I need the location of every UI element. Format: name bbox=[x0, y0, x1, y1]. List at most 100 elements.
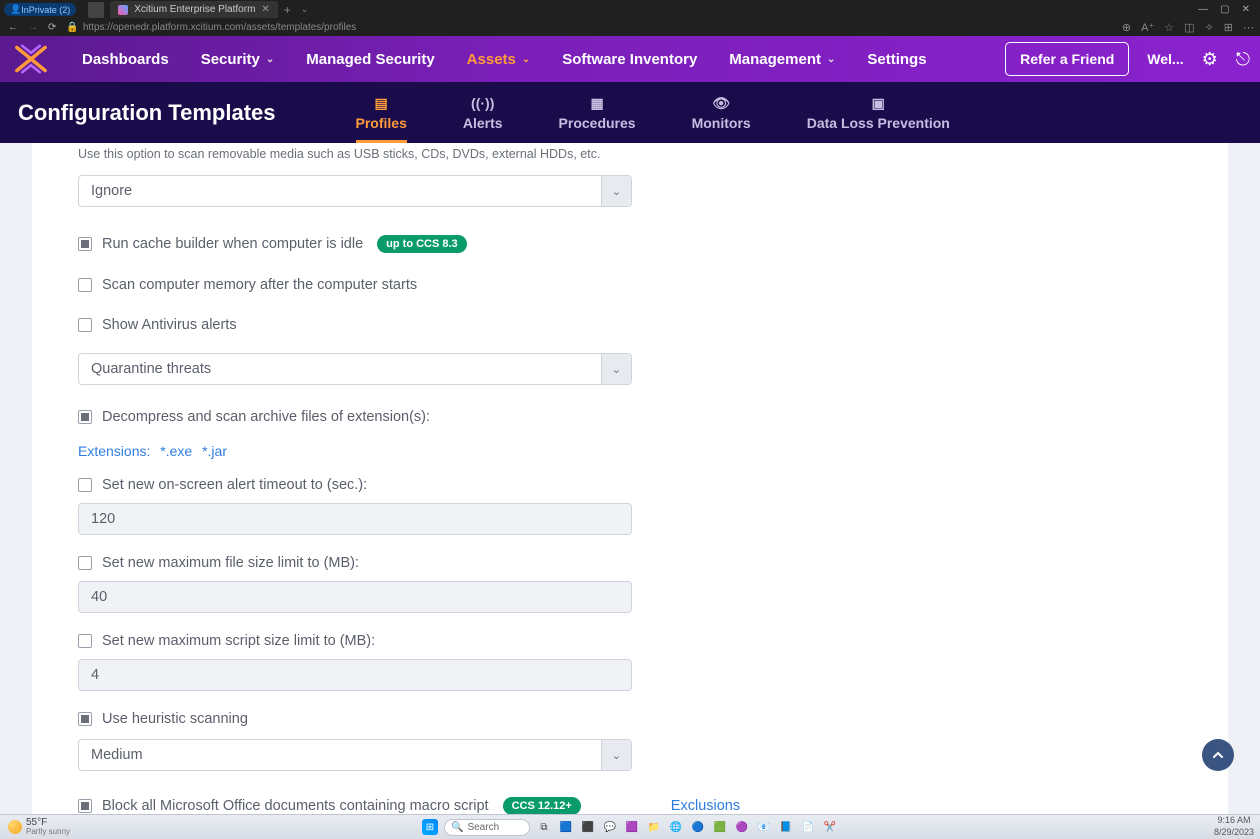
new-tab-button[interactable]: + bbox=[280, 3, 295, 17]
outlook-icon[interactable]: 📧 bbox=[756, 819, 772, 835]
help-text: Use this option to scan removable media … bbox=[78, 143, 1182, 161]
nav-managed-security[interactable]: Managed Security bbox=[306, 51, 434, 68]
tab-dlp[interactable]: ▣ Data Loss Prevention bbox=[807, 94, 950, 131]
scroll-to-top-button[interactable] bbox=[1202, 739, 1234, 771]
checkbox-block-macro[interactable] bbox=[78, 799, 92, 813]
maximize-icon[interactable]: ▢ bbox=[1220, 4, 1229, 15]
nav-settings[interactable]: Settings bbox=[867, 51, 926, 68]
app-icon-8[interactable]: ✂️ bbox=[822, 819, 838, 835]
app-root: Dashboards Security⌄ Managed Security As… bbox=[0, 36, 1260, 814]
extension-jar[interactable]: *.jar bbox=[202, 443, 227, 459]
address-bar: ← → ⟳ 🔒https://openedr.platform.xcitium.… bbox=[0, 19, 1260, 36]
nav-software-inventory[interactable]: Software Inventory bbox=[562, 51, 697, 68]
exclusions-link[interactable]: Exclusions bbox=[671, 798, 740, 814]
start-button[interactable]: ⊞ bbox=[422, 819, 438, 835]
app-icon-4[interactable]: 🟪 bbox=[624, 819, 640, 835]
sub-tabs: ▤ Profiles ((·)) Alerts ▦ Procedures 👁 M… bbox=[356, 94, 950, 131]
more-icon[interactable]: ⋯ bbox=[1243, 21, 1254, 34]
chevron-down-icon: ⌄ bbox=[827, 54, 835, 65]
app-icon-3[interactable]: 💬 bbox=[602, 819, 618, 835]
tab-title: Xcitium Enterprise Platform bbox=[134, 4, 255, 15]
zoom-icon[interactable]: ⊕ bbox=[1122, 21, 1131, 34]
logout-icon[interactable]: ⎋ bbox=[1236, 49, 1250, 70]
workspace-icon[interactable] bbox=[88, 2, 104, 18]
nav-security[interactable]: Security⌄ bbox=[201, 51, 275, 68]
monitors-icon: 👁 bbox=[710, 94, 732, 112]
close-tab-icon[interactable]: ✕ bbox=[261, 4, 269, 15]
sub-header: Configuration Templates ▤ Profiles ((·))… bbox=[0, 82, 1260, 143]
extensions-label[interactable]: Extensions: bbox=[78, 443, 150, 459]
back-button[interactable]: ← bbox=[8, 22, 18, 33]
checkbox-heuristic[interactable] bbox=[78, 712, 92, 726]
checkbox-file-size[interactable] bbox=[78, 556, 92, 570]
split-icon[interactable]: ◫ bbox=[1184, 21, 1194, 34]
script-size-input[interactable]: 4 bbox=[78, 659, 632, 691]
nav-assets[interactable]: Assets⌄ bbox=[467, 51, 531, 68]
read-aloud-icon[interactable]: A⁺ bbox=[1141, 21, 1154, 34]
checkbox-alert-timeout[interactable] bbox=[78, 478, 92, 492]
label-scan-memory: Scan computer memory after the computer … bbox=[102, 277, 417, 293]
heuristic-level-select[interactable]: Medium ⌄ bbox=[78, 739, 632, 771]
app-icon-5[interactable]: 📁 bbox=[646, 819, 662, 835]
label-alert-timeout: Set new on-screen alert timeout to (sec.… bbox=[102, 477, 367, 493]
lock-icon: 🔒 bbox=[66, 22, 78, 33]
alert-timeout-input[interactable]: 120 bbox=[78, 503, 632, 535]
gear-icon[interactable]: ⚙ bbox=[1202, 49, 1218, 70]
task-view-icon[interactable]: ⧉ bbox=[536, 819, 552, 835]
inprivate-badge: 👤 InPrivate (2) bbox=[4, 3, 76, 16]
nav-management[interactable]: Management⌄ bbox=[729, 51, 835, 68]
app-icon-6[interactable]: 🟩 bbox=[712, 819, 728, 835]
tab-profiles[interactable]: ▤ Profiles bbox=[356, 94, 407, 131]
chevron-down-icon: ⌄ bbox=[266, 54, 274, 65]
checkbox-scan-memory[interactable] bbox=[78, 278, 92, 292]
label-block-macro: Block all Microsoft Office documents con… bbox=[102, 798, 489, 814]
weather-widget[interactable]: 55°F Partly sunny bbox=[0, 818, 78, 836]
tab-monitors[interactable]: 👁 Monitors bbox=[692, 94, 751, 131]
search-icon: 🔍 bbox=[451, 822, 463, 833]
browser-tab[interactable]: Xcitium Enterprise Platform ✕ bbox=[110, 1, 278, 18]
extension-icon[interactable]: ⊞ bbox=[1224, 21, 1233, 34]
label-decompress: Decompress and scan archive files of ext… bbox=[102, 409, 430, 425]
page-title: Configuration Templates bbox=[18, 100, 276, 126]
extension-exe[interactable]: *.exe bbox=[160, 443, 192, 459]
word-icon[interactable]: 📘 bbox=[778, 819, 794, 835]
tab-menu-icon[interactable]: ⌄ bbox=[297, 4, 313, 15]
content-scroll[interactable]: Use this option to scan removable media … bbox=[0, 143, 1260, 814]
favorite-icon[interactable]: ☆ bbox=[1164, 21, 1174, 34]
app-icon-1[interactable]: 🟦 bbox=[558, 819, 574, 835]
refresh-button[interactable]: ⟳ bbox=[48, 22, 56, 33]
checkbox-cache-builder[interactable] bbox=[78, 237, 92, 251]
edge-icon[interactable]: 🌐 bbox=[668, 819, 684, 835]
welcome-label[interactable]: Wel... bbox=[1147, 51, 1183, 67]
alerts-icon: ((·)) bbox=[472, 94, 494, 112]
file-size-input[interactable]: 40 bbox=[78, 581, 632, 613]
teams-icon[interactable]: 🟣 bbox=[734, 819, 750, 835]
checkbox-decompress[interactable] bbox=[78, 410, 92, 424]
removable-media-select[interactable]: Ignore ⌄ bbox=[78, 175, 632, 207]
checkbox-script-size[interactable] bbox=[78, 634, 92, 648]
collections-icon[interactable]: ✧ bbox=[1205, 21, 1214, 34]
taskbar[interactable]: 55°F Partly sunny ⊞ 🔍Search ⧉ 🟦 ⬛ 💬 🟪 📁 … bbox=[0, 814, 1260, 839]
tab-procedures[interactable]: ▦ Procedures bbox=[559, 94, 636, 131]
checkbox-av-alerts[interactable] bbox=[78, 318, 92, 332]
dlp-icon: ▣ bbox=[867, 94, 889, 112]
browser-action-icons: ⊕ A⁺ ☆ ◫ ✧ ⊞ ⋯ bbox=[1122, 21, 1254, 34]
url-field[interactable]: 🔒https://openedr.platform.xcitium.com/as… bbox=[66, 22, 356, 33]
chevron-down-icon: ⌄ bbox=[601, 354, 631, 384]
app-icon-7[interactable]: 📄 bbox=[800, 819, 816, 835]
threat-action-select[interactable]: Quarantine threats ⌄ bbox=[78, 353, 632, 385]
refer-friend-button[interactable]: Refer a Friend bbox=[1005, 42, 1129, 76]
browser-titlebar: 👤 InPrivate (2) Xcitium Enterprise Platf… bbox=[0, 0, 1260, 19]
system-tray[interactable]: 9:16 AM 8/29/2023 bbox=[1214, 816, 1254, 838]
brand-logo[interactable] bbox=[10, 40, 52, 78]
chrome-icon[interactable]: 🔵 bbox=[690, 819, 706, 835]
label-file-size: Set new maximum file size limit to (MB): bbox=[102, 555, 359, 571]
taskbar-search[interactable]: 🔍Search bbox=[444, 819, 530, 836]
close-window-icon[interactable]: ✕ bbox=[1242, 4, 1250, 15]
weather-icon bbox=[8, 820, 22, 834]
app-icon-2[interactable]: ⬛ bbox=[580, 819, 596, 835]
tab-alerts[interactable]: ((·)) Alerts bbox=[463, 94, 503, 131]
minimize-icon[interactable]: — bbox=[1198, 4, 1208, 15]
tab-favicon bbox=[118, 5, 128, 15]
nav-dashboards[interactable]: Dashboards bbox=[82, 51, 169, 68]
